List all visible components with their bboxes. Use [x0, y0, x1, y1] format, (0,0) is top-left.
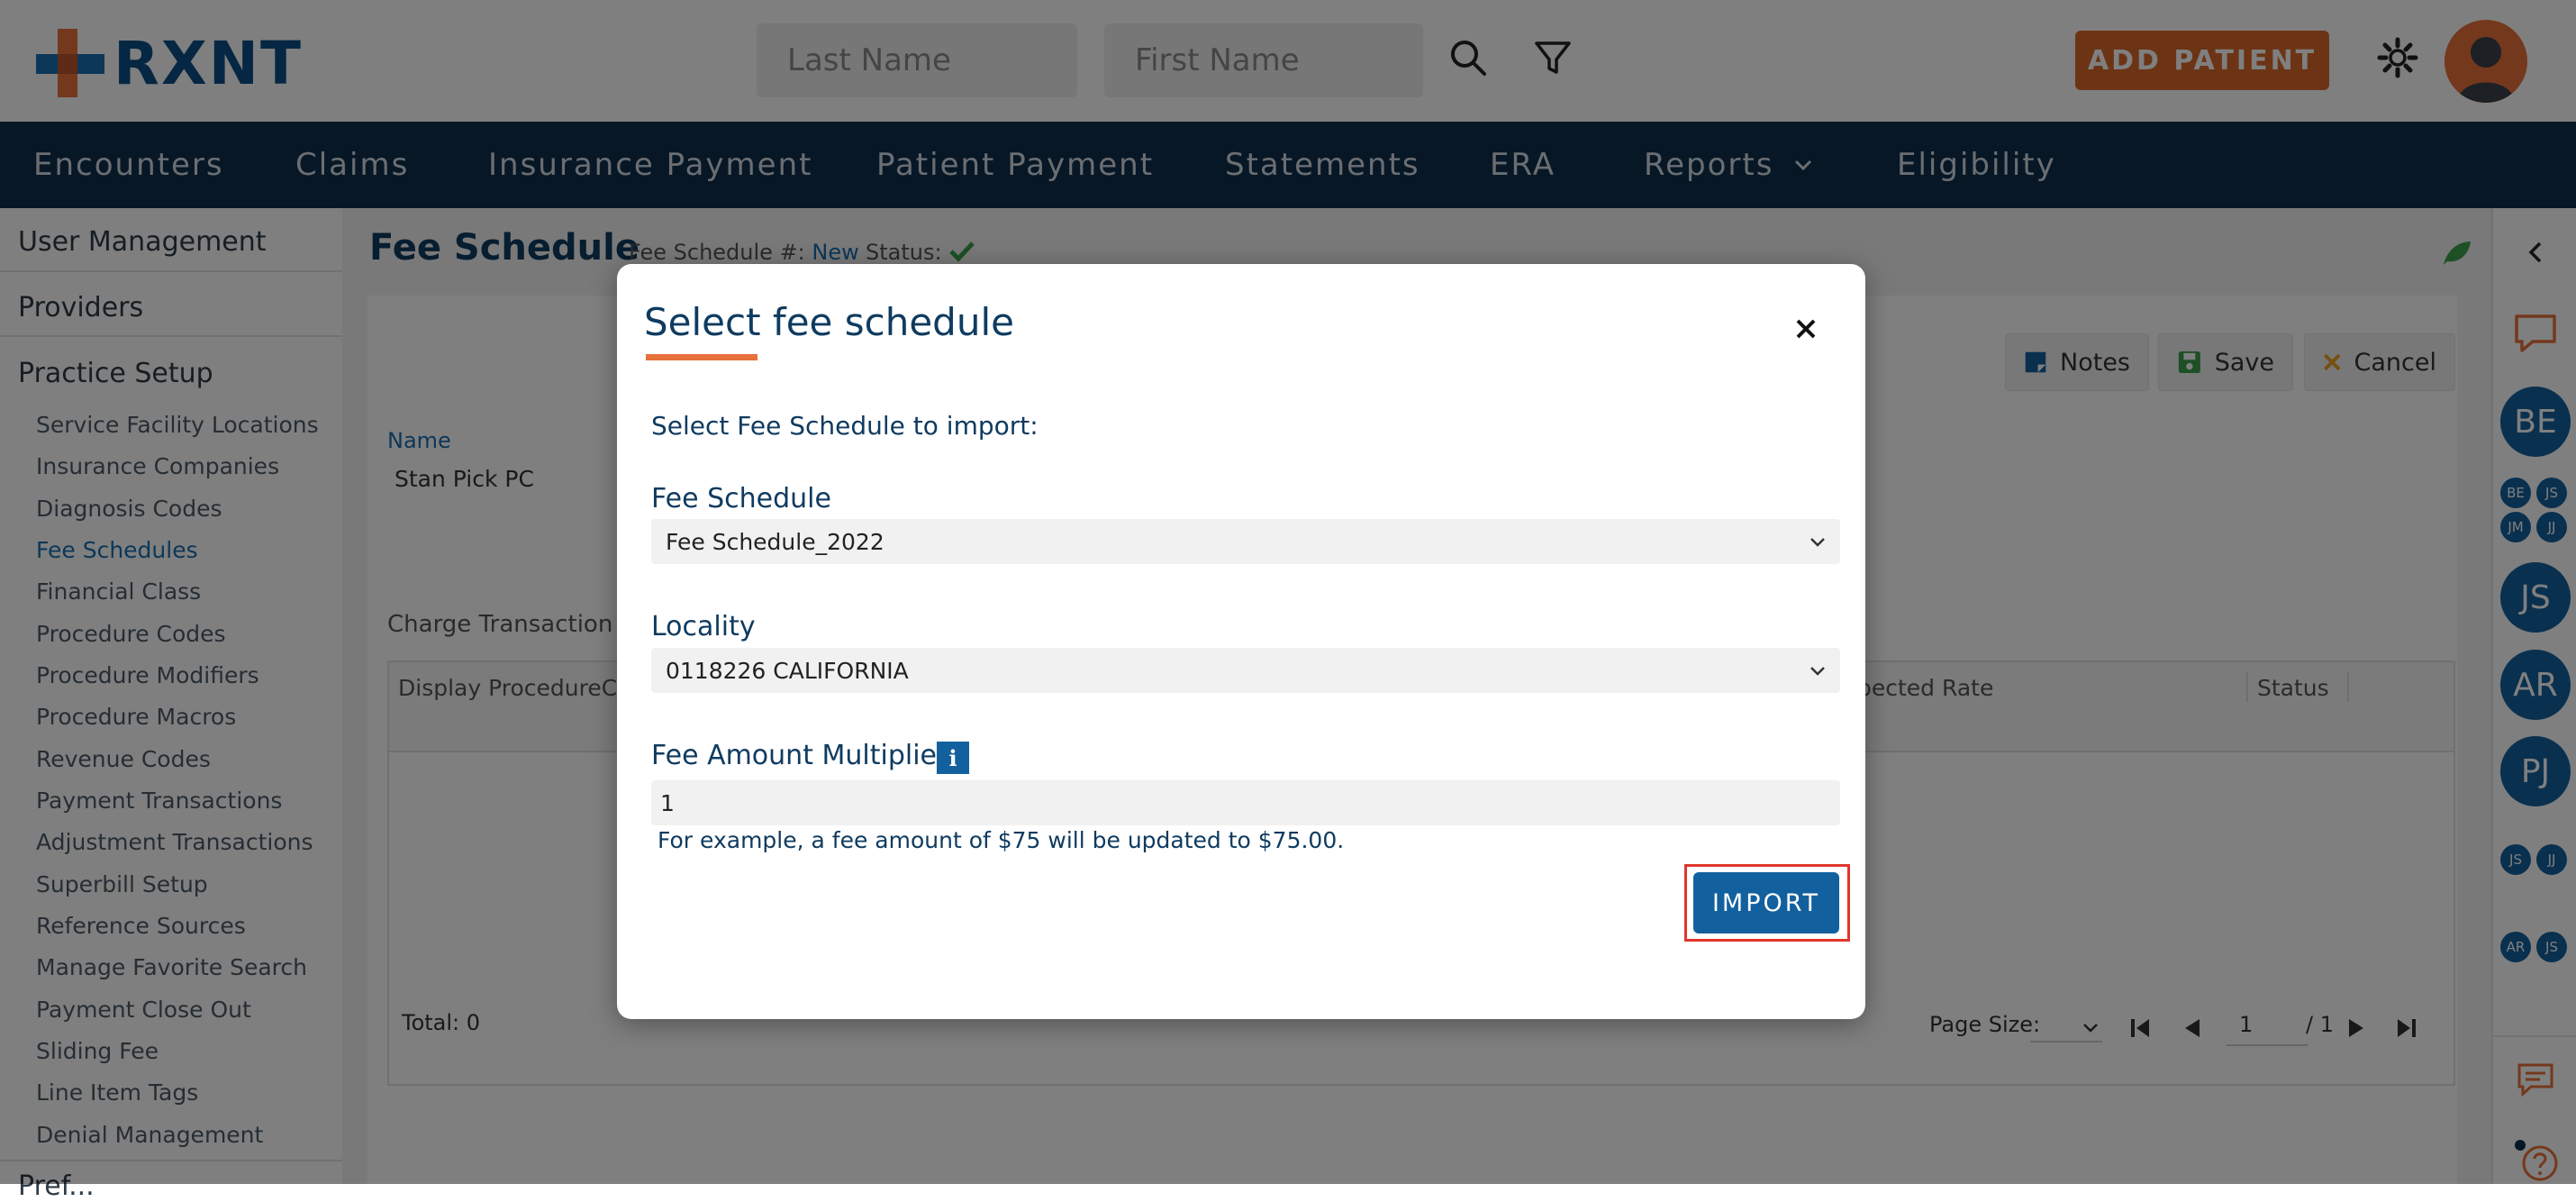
fee-schedule-select[interactable]: Fee Schedule_2022: [651, 519, 1840, 564]
multiplier-hint: For example, a fee amount of $75 will be…: [658, 827, 1345, 853]
locality-value: 0118226 CALIFORNIA: [666, 657, 909, 684]
fee-schedule-value: Fee Schedule_2022: [666, 528, 884, 555]
locality-label: Locality: [651, 611, 756, 642]
dialog-subtitle: Select Fee Schedule to import:: [651, 411, 1039, 441]
fee-amount-multiplier-input[interactable]: 1: [651, 780, 1840, 825]
fee-amount-multiplier-value: 1: [660, 789, 675, 816]
fee-amount-multiplier-label: Fee Amount Multiplier: [651, 740, 948, 771]
chevron-down-icon: [1810, 667, 1825, 676]
locality-select[interactable]: 0118226 CALIFORNIA: [651, 648, 1840, 693]
import-button[interactable]: IMPORT: [1693, 872, 1839, 933]
fee-schedule-label: Fee Schedule: [651, 483, 831, 514]
close-icon[interactable]: [1788, 311, 1824, 347]
select-fee-schedule-dialog: Select fee schedule Select Fee Schedule …: [617, 264, 1865, 1019]
info-icon[interactable]: i: [937, 742, 969, 774]
title-underline: [646, 354, 757, 360]
import-label: IMPORT: [1711, 888, 1821, 917]
dialog-title: Select fee schedule: [644, 300, 1014, 344]
chevron-down-icon: [1810, 538, 1825, 547]
